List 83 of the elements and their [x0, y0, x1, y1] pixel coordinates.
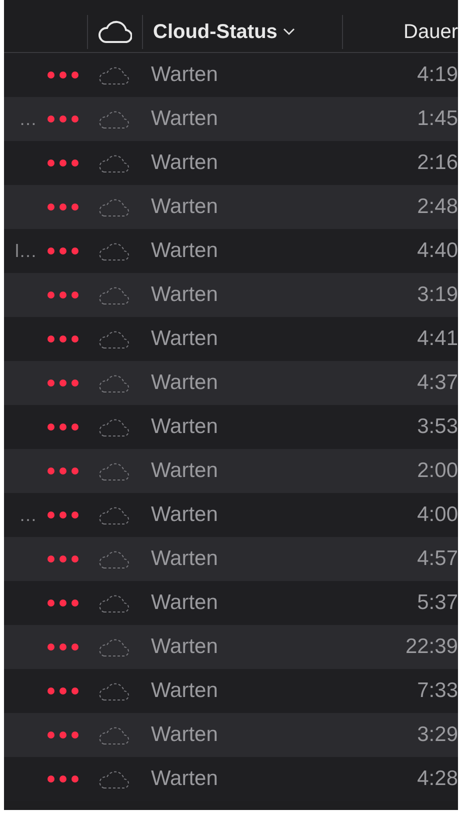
table-cell: 4:41	[417, 327, 458, 351]
table-cell: Warten	[151, 503, 218, 527]
table-row[interactable]: Warten 4:57	[4, 537, 458, 581]
table-cell: Warten	[151, 239, 218, 263]
table-cell: Warten	[151, 767, 218, 791]
table-row[interactable]: Warten 3:19	[4, 273, 458, 317]
table-row[interactable]: Warten 22:39	[4, 625, 458, 669]
table-row[interactable]: … Warten 1:45	[4, 97, 458, 141]
table-cell: 5:37	[417, 591, 458, 615]
table-cell: Warten	[151, 459, 218, 483]
table-cell: Warten	[151, 371, 218, 395]
table-cell: 4:28	[417, 767, 458, 791]
cloud-icon	[99, 461, 129, 481]
table-cell: 4:00	[417, 503, 458, 527]
table-cell: 4:57	[417, 547, 458, 571]
cloud-icon	[99, 593, 129, 613]
cloud-icon	[99, 109, 129, 129]
cloud-icon	[99, 417, 129, 437]
more-icon[interactable]	[47, 599, 79, 607]
table-cell: Warten	[151, 107, 218, 131]
table-cell: Warten	[151, 415, 218, 439]
table-cell: Warten	[151, 63, 218, 87]
more-icon[interactable]	[47, 203, 79, 211]
table-row[interactable]: Warten 3:29	[4, 713, 458, 757]
table-cell: Warten	[151, 635, 218, 659]
cloud-icon[interactable]	[98, 20, 132, 44]
cloud-icon	[99, 329, 129, 349]
more-icon[interactable]	[47, 423, 79, 431]
more-icon[interactable]	[47, 159, 79, 167]
more-icon[interactable]	[47, 247, 79, 255]
table-cell: Warten	[151, 195, 218, 219]
table-cell: 7:33	[417, 679, 458, 703]
table-cell: 4:19	[417, 63, 458, 87]
cloud-icon	[99, 241, 129, 261]
table-cell: Warten	[151, 283, 218, 307]
cloud-icon	[99, 285, 129, 305]
more-icon[interactable]	[47, 467, 79, 475]
more-icon[interactable]	[47, 775, 79, 783]
cloud-icon	[99, 769, 129, 789]
table-cell: Warten	[151, 723, 218, 747]
table-cell: 22:39	[405, 635, 458, 659]
cloud-icon	[99, 197, 129, 217]
more-icon[interactable]	[47, 731, 79, 739]
table-cell: 3:19	[417, 283, 458, 307]
table-cell: 3:53	[417, 415, 458, 439]
more-icon[interactable]	[47, 335, 79, 343]
more-icon[interactable]	[47, 379, 79, 387]
cloud-icon	[99, 505, 129, 525]
table-cell: 4:37	[417, 371, 458, 395]
table-cell: Warten	[151, 547, 218, 571]
table-cell: …	[19, 108, 37, 130]
more-icon[interactable]	[47, 511, 79, 519]
table-cell: 2:00	[417, 459, 458, 483]
table-cell: 3:29	[417, 723, 458, 747]
table-row[interactable]: Warten 4:37	[4, 361, 458, 405]
table-cell: Warten	[151, 591, 218, 615]
cloud-icon	[99, 373, 129, 393]
table-cell: Warten	[151, 327, 218, 351]
table-cell: Warten	[151, 679, 218, 703]
table-cell: 1:45	[417, 107, 458, 131]
more-icon[interactable]	[47, 643, 79, 651]
cloud-icon	[99, 637, 129, 657]
table-cell: 4:40	[417, 239, 458, 263]
column-header[interactable]: Dauer	[404, 20, 458, 44]
column-header[interactable]: Cloud-Status	[153, 20, 278, 44]
cloud-icon	[99, 681, 129, 701]
chevron-down-icon	[283, 28, 296, 36]
table-cell: Warten	[151, 151, 218, 175]
table-cell: l…	[15, 240, 37, 262]
cloud-icon	[99, 725, 129, 745]
more-icon[interactable]	[47, 555, 79, 563]
cloud-icon	[99, 549, 129, 569]
more-icon[interactable]	[47, 71, 79, 79]
cloud-icon	[99, 65, 129, 85]
table-cell: …	[19, 504, 37, 526]
more-icon[interactable]	[47, 291, 79, 299]
more-icon[interactable]	[47, 115, 79, 123]
table-row[interactable]: Warten 2:48	[4, 185, 458, 229]
cloud-icon	[99, 153, 129, 173]
table-cell: 2:16	[417, 151, 458, 175]
table-row[interactable]: Warten 2:00	[4, 449, 458, 493]
table-cell: 2:48	[417, 195, 458, 219]
more-icon[interactable]	[47, 687, 79, 695]
